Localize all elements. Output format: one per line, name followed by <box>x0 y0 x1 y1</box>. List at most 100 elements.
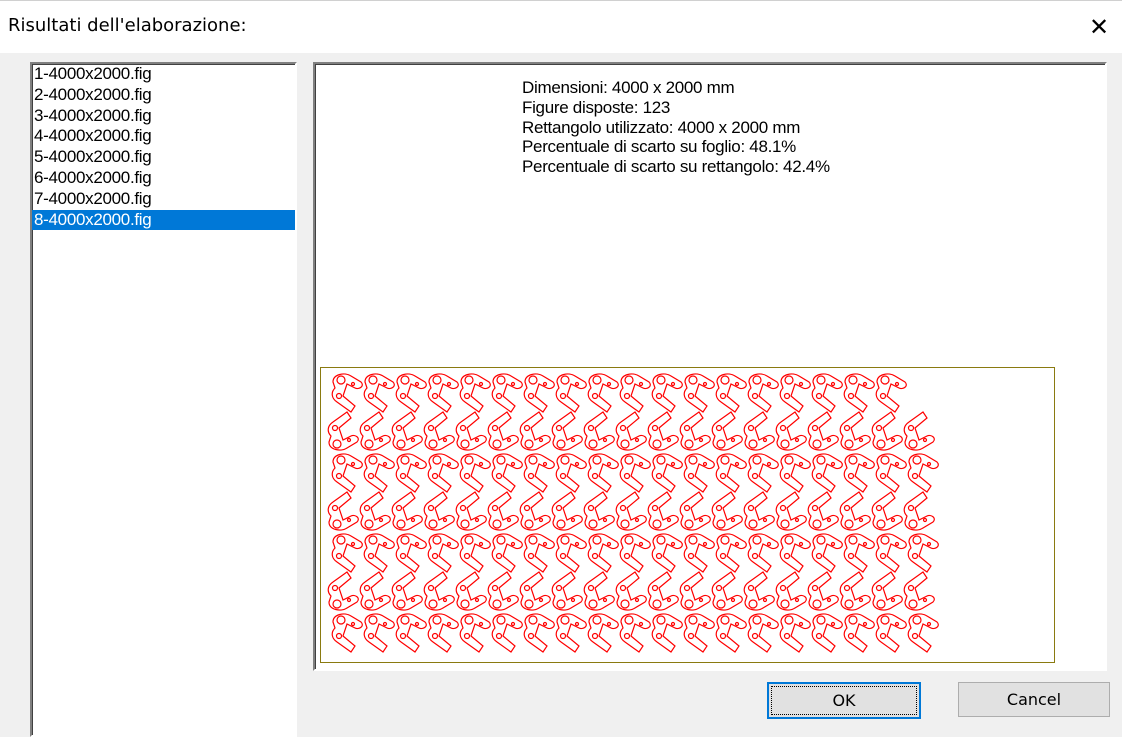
nested-figure <box>683 613 715 653</box>
nested-figure <box>395 613 427 653</box>
nested-figure <box>747 613 779 653</box>
nested-figure <box>523 373 555 413</box>
file-list[interactable]: 1-4000x2000.fig 2-4000x2000.fig 3-4000x2… <box>30 62 297 737</box>
nested-figure <box>615 571 647 611</box>
nested-figure <box>427 613 459 653</box>
nested-figure <box>647 491 679 531</box>
nested-figure <box>743 411 775 451</box>
nested-figure <box>331 453 363 493</box>
nested-figure <box>487 571 519 611</box>
nested-figure <box>875 453 907 493</box>
nested-figure <box>423 491 455 531</box>
nested-figure <box>743 491 775 531</box>
list-item-file-1[interactable]: 1-4000x2000.fig <box>32 64 295 85</box>
nested-figure <box>775 571 807 611</box>
nesting-drawing <box>327 373 939 653</box>
nested-figure <box>491 613 523 653</box>
nested-figure <box>555 373 587 413</box>
nested-figure <box>775 411 807 451</box>
list-item-file-2[interactable]: 2-4000x2000.fig <box>32 85 295 106</box>
nested-figure <box>491 453 523 493</box>
nested-figure <box>423 571 455 611</box>
cancel-button[interactable]: Cancel <box>958 682 1110 717</box>
nested-figure <box>907 613 939 653</box>
nested-figure <box>583 571 615 611</box>
nested-figure <box>459 533 491 573</box>
nested-figure <box>391 411 423 451</box>
nested-figure <box>587 533 619 573</box>
nested-figure <box>523 533 555 573</box>
nested-figure <box>903 571 935 611</box>
nested-figure <box>455 571 487 611</box>
nested-figure <box>491 533 523 573</box>
nested-figure <box>647 571 679 611</box>
nested-figure <box>715 613 747 653</box>
nested-figure <box>555 613 587 653</box>
nested-figure <box>551 491 583 531</box>
list-item-file-6[interactable]: 6-4000x2000.fig <box>32 168 295 189</box>
nested-figure <box>779 613 811 653</box>
nested-figure <box>875 373 907 413</box>
nested-figure <box>459 373 491 413</box>
nested-figure <box>587 453 619 493</box>
nested-figure <box>331 373 363 413</box>
info-rectangle: Rettangolo utilizzato: 4000 x 2000 mm <box>522 117 801 137</box>
list-item-file-7[interactable]: 7-4000x2000.fig <box>32 189 295 210</box>
list-item-file-4[interactable]: 4-4000x2000.fig <box>32 126 295 147</box>
close-icon: ✕ <box>1088 13 1110 41</box>
nested-figure <box>327 491 359 531</box>
nested-figure <box>359 411 391 451</box>
nested-figure <box>811 453 843 493</box>
nested-figure <box>843 453 875 493</box>
nested-figure <box>907 533 939 573</box>
nested-figure <box>903 411 935 451</box>
nested-figure <box>747 373 779 413</box>
nested-figure <box>519 571 551 611</box>
nested-figure <box>747 453 779 493</box>
nested-figure <box>907 453 939 493</box>
nested-figure <box>395 453 427 493</box>
nested-figure <box>487 411 519 451</box>
result-info: Dimensioni: 4000 x 2000 mm Figure dispos… <box>522 78 830 177</box>
nested-figure <box>391 571 423 611</box>
list-item-file-3[interactable]: 3-4000x2000.fig <box>32 106 295 127</box>
nested-figure <box>523 453 555 493</box>
nested-figure <box>683 373 715 413</box>
nested-figure <box>491 373 523 413</box>
nested-figure <box>427 533 459 573</box>
nested-figure <box>523 613 555 653</box>
nested-figure <box>679 411 711 451</box>
nested-figure <box>331 613 363 653</box>
nested-figure <box>679 571 711 611</box>
info-waste-sheet: Percentuale di scarto su foglio: 48.1% <box>522 137 796 157</box>
nested-figure <box>587 613 619 653</box>
nested-figure <box>683 533 715 573</box>
nested-figure <box>839 411 871 451</box>
nested-figure <box>359 491 391 531</box>
nested-figure <box>583 491 615 531</box>
nested-figure <box>711 411 743 451</box>
nested-figure <box>619 533 651 573</box>
nested-figure <box>811 613 843 653</box>
nested-figure <box>619 373 651 413</box>
nested-figure <box>363 453 395 493</box>
nested-figure <box>619 453 651 493</box>
nested-figure <box>839 491 871 531</box>
nested-figure <box>843 533 875 573</box>
ok-button[interactable]: OK <box>767 682 921 719</box>
nested-figure <box>683 453 715 493</box>
nested-figure <box>775 491 807 531</box>
nested-figure <box>647 411 679 451</box>
list-item-file-5[interactable]: 5-4000x2000.fig <box>32 147 295 168</box>
nested-figure <box>555 533 587 573</box>
nested-figure <box>619 613 651 653</box>
nested-figure <box>519 411 551 451</box>
nested-figure <box>903 491 935 531</box>
close-button[interactable]: ✕ <box>1076 1 1122 53</box>
nested-figure <box>779 533 811 573</box>
nested-figure <box>843 613 875 653</box>
nested-figure <box>427 453 459 493</box>
results-dialog: Risultati dell'elaborazione: ✕ 1-4000x20… <box>0 0 1122 737</box>
nested-figure <box>615 491 647 531</box>
list-item-file-8[interactable]: 8-4000x2000.fig <box>32 209 295 231</box>
